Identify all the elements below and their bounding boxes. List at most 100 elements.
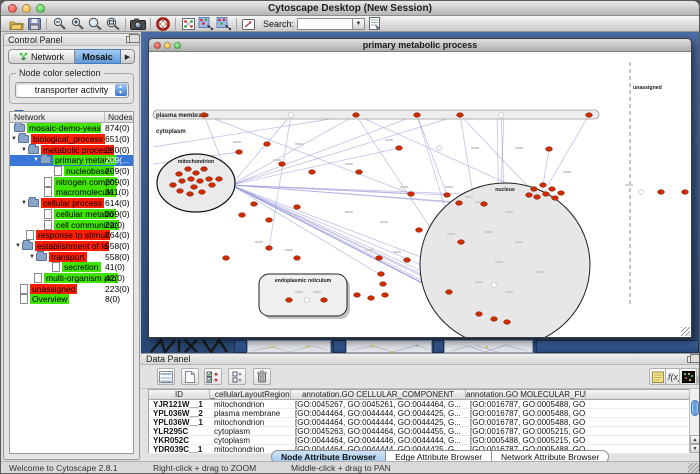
vizmapper-icon[interactable] (240, 16, 258, 31)
tab-mosaic[interactable]: Mosaic (75, 49, 121, 64)
network-node[interactable] (682, 190, 689, 195)
float-panel-icon[interactable] (126, 36, 135, 43)
network-node[interactable] (321, 298, 328, 303)
network-graph[interactable]: plasma membrane cytoplasm mitochondrion … (149, 52, 691, 337)
table-row[interactable]: YKR052Ccytoplasm[GO:0044464, GO:0044446,… (149, 436, 698, 445)
network-node[interactable] (444, 193, 451, 198)
network-edge[interactable] (417, 115, 447, 195)
network-node[interactable] (534, 195, 541, 200)
snapshot-icon[interactable] (129, 16, 147, 31)
app-resize-grip[interactable] (688, 463, 699, 474)
background-window-fragment[interactable] (346, 340, 432, 353)
network-node[interactable] (239, 213, 246, 218)
scroll-down-button[interactable]: ▼ (690, 444, 700, 453)
network-node[interactable] (251, 202, 258, 207)
tab-overflow-arrow[interactable]: ▶ (121, 49, 135, 64)
network-node[interactable] (216, 177, 223, 182)
tree-row[interactable]: response to stimulu264(0) (10, 230, 133, 241)
mdi-desktop[interactable]: primary metabolic process plasma membran… (141, 32, 700, 353)
network-node[interactable] (586, 113, 593, 118)
network-node[interactable] (456, 201, 463, 206)
unselect-attributes-icon[interactable] (228, 368, 246, 385)
zoom-window-button[interactable] (174, 42, 181, 49)
network-node[interactable] (558, 191, 565, 196)
network-node[interactable] (187, 192, 194, 197)
network-node[interactable] (504, 320, 511, 325)
network-node[interactable] (658, 190, 665, 195)
network-canvas[interactable]: plasma membrane cytoplasm mitochondrion … (149, 52, 691, 337)
network-node[interactable] (368, 296, 375, 301)
network-node[interactable] (266, 246, 273, 251)
tree-row[interactable]: ▼primary metabo209(... (10, 155, 133, 166)
network-node[interactable] (376, 256, 383, 261)
network-node[interactable] (177, 189, 184, 194)
close-button[interactable] (154, 42, 161, 49)
background-window-fragment[interactable] (444, 340, 533, 353)
tree-row[interactable]: cell communicat22(0) (10, 219, 133, 230)
network-node[interactable] (378, 272, 385, 277)
tree-row[interactable]: ▼cellular process614(0) (10, 198, 133, 209)
network-node[interactable] (199, 190, 206, 195)
network-edge[interactable] (231, 115, 460, 185)
expander-icon[interactable]: ▼ (20, 147, 28, 153)
tree-row[interactable]: cellular metabo209(0) (10, 209, 133, 220)
network-node[interactable] (526, 193, 533, 198)
tree-row[interactable]: nitrogen compo209(0) (10, 176, 133, 187)
network-node[interactable] (416, 228, 423, 233)
network-node[interactable] (353, 113, 360, 118)
network-node[interactable] (206, 177, 213, 182)
network-node[interactable] (457, 113, 464, 118)
column-header[interactable]: annotation.GO MOLECULAR_FUNCTION (466, 390, 586, 400)
network-overview-icon[interactable] (179, 16, 197, 31)
attribute-select-icon[interactable] (157, 368, 175, 385)
network-node[interactable] (294, 205, 301, 210)
network-node-unfilled[interactable] (498, 112, 503, 117)
tree-column-network[interactable]: Network (10, 112, 45, 122)
table-row[interactable]: YPL036W__1mitochondrion[GO:0044464, GO:0… (149, 418, 698, 427)
column-header[interactable]: ID (149, 390, 210, 400)
network-node[interactable] (294, 256, 301, 261)
tree-header[interactable]: Network Nodes (10, 112, 133, 123)
background-window-fragment[interactable] (234, 340, 247, 353)
network-node[interactable] (188, 177, 195, 182)
save-icon[interactable] (25, 16, 43, 31)
close-button[interactable] (8, 4, 17, 13)
network-node[interactable] (458, 240, 465, 245)
tree-row[interactable]: multi-organism pro42(0) (10, 273, 133, 284)
zoom-selected-icon[interactable] (86, 16, 104, 31)
select-attributes-icon[interactable] (204, 368, 222, 385)
tree-column-nodes[interactable]: Nodes (104, 112, 133, 123)
network-edge[interactable] (269, 115, 291, 248)
network-node[interactable] (531, 187, 538, 192)
network-node[interactable] (543, 192, 550, 197)
network-node[interactable] (185, 167, 192, 172)
delete-attribute-icon[interactable] (253, 368, 271, 385)
network-node[interactable] (491, 317, 498, 322)
zoom-fit-icon[interactable] (104, 16, 122, 31)
zoom-window-button[interactable] (36, 4, 45, 13)
network-node[interactable] (396, 146, 403, 151)
table-row[interactable]: YLR295Ccytoplasm[GO:0045263, GO:0044464,… (149, 427, 698, 436)
attribute-table[interactable]: ID _cellularLayoutRegion annotation.GO C… (148, 389, 699, 453)
tree-row[interactable]: unassigned223(0) (10, 283, 133, 294)
network-edge[interactable] (231, 115, 356, 185)
region-nucleus[interactable] (420, 183, 590, 337)
tab-network[interactable]: Network (8, 49, 75, 64)
network-node[interactable] (264, 142, 271, 147)
network-node[interactable] (170, 183, 177, 188)
matrix-view-icon[interactable] (679, 368, 697, 385)
network-node-unfilled[interactable] (638, 189, 643, 194)
tree-row[interactable]: ▼metabolic process280(0) (10, 144, 133, 155)
tree-row[interactable]: secretion41(0) (10, 262, 133, 273)
network-node-unfilled[interactable] (436, 145, 441, 150)
network-node[interactable] (552, 196, 559, 201)
network-node[interactable] (236, 150, 243, 155)
network-node[interactable] (380, 282, 387, 287)
tree-row[interactable]: mosaic-demo-yeast874(0) (10, 123, 133, 134)
background-window-fragment[interactable] (149, 339, 237, 353)
app-titlebar[interactable]: Cytoscape Desktop (New Session) (1, 1, 699, 16)
open-file-icon[interactable] (7, 16, 25, 31)
background-window-fragment[interactable] (333, 340, 346, 353)
region-plasma-membrane[interactable] (153, 110, 599, 119)
search-dropdown-button[interactable]: ▼ (353, 18, 365, 30)
